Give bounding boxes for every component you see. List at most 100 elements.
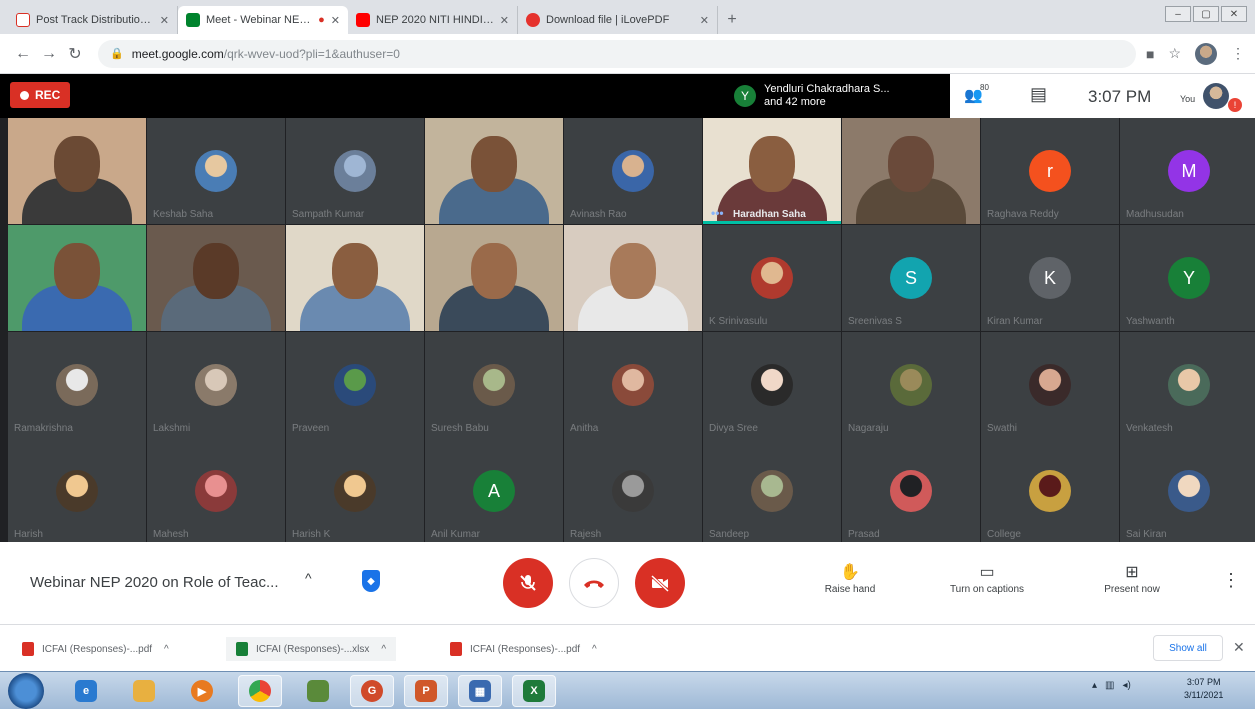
download-item[interactable]: ICFAI (Responses)-...pdf ^ <box>450 637 597 661</box>
participant-tile[interactable]: A Anil Kumar <box>425 438 563 544</box>
close-tab-icon[interactable]: ✕ <box>700 14 709 27</box>
participant-tile[interactable]: Nagaraju <box>842 332 980 438</box>
minimize-icon[interactable]: – <box>1165 6 1191 22</box>
participant-tile[interactable]: Suresh Babu <box>425 332 563 438</box>
close-tab-icon[interactable]: ✕ <box>500 14 509 27</box>
participant-tile[interactable]: Rajesh <box>564 438 702 544</box>
reload-icon[interactable]: ↻ <box>62 44 88 64</box>
url-input[interactable]: 🔒 meet.google.com /qrk-wvev-uod?pli=1&au… <box>98 39 1136 68</box>
close-tab-icon[interactable]: ✕ <box>331 14 340 27</box>
participant-tile[interactable] <box>425 118 563 224</box>
participant-tile[interactable]: Avinash Rao <box>564 118 702 224</box>
more-options-icon[interactable]: ⋮ <box>1222 570 1240 591</box>
participant-tile[interactable]: Venkatesh <box>1120 332 1255 438</box>
media-taskbar-button[interactable]: ▶ <box>180 675 224 707</box>
participant-tile[interactable]: Ramakrishna <box>8 332 146 438</box>
participant-tile[interactable] <box>147 225 285 331</box>
participant-tile[interactable]: College <box>981 438 1119 544</box>
excel-taskbar-button[interactable]: X <box>512 675 556 707</box>
recording-dot-icon: ● <box>318 14 325 26</box>
shield-icon[interactable]: ◆ <box>362 570 380 592</box>
raise-hand-button[interactable]: ✋ Raise hand <box>795 562 905 595</box>
browser-tab-active[interactable]: Meet - Webinar NEP 2020 o ● ✕ <box>178 6 348 34</box>
participant-tile[interactable]: Praveen <box>286 332 424 438</box>
participant-tile[interactable]: Keshab Saha <box>147 118 285 224</box>
meeting-title[interactable]: Webinar NEP 2020 on Role of Teac... <box>30 574 279 591</box>
show-all-button[interactable]: Show all <box>1153 635 1223 661</box>
camera-indicator-icon[interactable]: ■ <box>1146 46 1154 62</box>
active-speaker-chip[interactable]: Y Yendluri Chakradhara S... and 42 more <box>728 74 943 118</box>
app-taskbar-button[interactable]: ▦ <box>458 675 502 707</box>
participant-tile[interactable]: Y Yashwanth <box>1120 225 1255 331</box>
start-button[interactable] <box>8 673 44 709</box>
participant-tile[interactable]: Harish K <box>286 438 424 544</box>
participant-tile[interactable] <box>8 225 146 331</box>
mic-off-button[interactable] <box>503 558 553 608</box>
participant-tile[interactable]: Sai Kiran <box>1120 438 1255 544</box>
maximize-icon[interactable]: ▢ <box>1193 6 1219 22</box>
chevron-up-icon[interactable]: ^ <box>164 644 169 655</box>
meeting-clock: 3:07 PM <box>1088 87 1152 106</box>
download-item[interactable]: ICFAI (Responses)-...xlsx ^ <box>226 637 397 661</box>
ie-taskbar-button[interactable]: e <box>64 675 108 707</box>
participant-tile[interactable]: Mahesh <box>147 438 285 544</box>
participant-tile[interactable]: Anitha <box>564 332 702 438</box>
close-window-icon[interactable]: ✕ <box>1221 6 1247 22</box>
taskbar-clock[interactable]: 3:07 PM 3/11/2021 <box>1184 676 1223 702</box>
app-taskbar-button[interactable] <box>296 675 340 707</box>
tray-arrow-icon[interactable]: ▴ <box>1092 680 1097 691</box>
participant-tile[interactable]: M Madhusudan <box>1120 118 1255 224</box>
participant-tile[interactable] <box>425 225 563 331</box>
leave-call-button[interactable] <box>569 558 619 608</box>
participant-tile[interactable]: Divya Sree <box>703 332 841 438</box>
participant-tile[interactable]: K Srinivasulu <box>703 225 841 331</box>
participant-tile[interactable]: Prasad <box>842 438 980 544</box>
url-path: /qrk-wvev-uod?pli=1&authuser=0 <box>223 46 400 61</box>
app-taskbar-button[interactable]: G <box>350 675 394 707</box>
chevron-up-icon[interactable]: ^ <box>592 644 597 655</box>
participant-tile[interactable] <box>8 118 146 224</box>
profile-avatar[interactable] <box>1195 42 1217 65</box>
captions-button[interactable]: ▭ Turn on captions <box>932 562 1042 595</box>
app-icon: ▦ <box>469 680 491 702</box>
volume-icon[interactable]: ◂) <box>1122 680 1130 691</box>
participant-tile[interactable]: Sampath Kumar <box>286 118 424 224</box>
explorer-taskbar-button[interactable] <box>122 675 166 707</box>
camera-off-button[interactable] <box>635 558 685 608</box>
participant-tile[interactable]: K Kiran Kumar <box>981 225 1119 331</box>
browser-tab[interactable]: NEP 2020 NITI HINDI - YouTube ✕ <box>348 6 518 34</box>
speaking-indicator-icon: ••• <box>711 206 724 220</box>
participant-name: Rajesh <box>570 529 602 540</box>
browser-tab[interactable]: Download file | iLovePDF ✕ <box>518 6 718 34</box>
participant-tile[interactable] <box>564 225 702 331</box>
chevron-up-icon[interactable]: ^ <box>381 644 386 655</box>
close-downloads-icon[interactable]: ✕ <box>1233 639 1245 656</box>
participant-tile[interactable]: Swathi <box>981 332 1119 438</box>
camera-off-icon <box>650 574 670 593</box>
network-icon[interactable]: ▥ <box>1105 680 1114 691</box>
browser-tab[interactable]: Post Track Distribution - bpmal ✕ <box>8 6 178 34</box>
forward-icon[interactable]: → <box>36 45 62 63</box>
participant-tile[interactable]: Sandeep <box>703 438 841 544</box>
participant-tile[interactable]: Harish <box>8 438 146 544</box>
bookmark-star-icon[interactable]: ☆ <box>1168 45 1181 62</box>
new-tab-button[interactable]: + <box>718 6 746 34</box>
powerpoint-taskbar-button[interactable]: P <box>404 675 448 707</box>
participant-tile[interactable] <box>286 225 424 331</box>
close-tab-icon[interactable]: ✕ <box>160 14 169 27</box>
download-item[interactable]: ICFAI (Responses)-...pdf ^ <box>22 637 169 661</box>
menu-kebab-icon[interactable]: ⋮ <box>1231 45 1245 62</box>
chrome-taskbar-button[interactable] <box>238 675 282 707</box>
participant-photo-avatar <box>1029 364 1071 406</box>
participant-tile[interactable]: Haradhan Saha ••• <box>703 118 841 224</box>
participant-tile[interactable]: S Sreenivas S <box>842 225 980 331</box>
self-avatar[interactable] <box>1203 83 1229 109</box>
participant-tile[interactable]: r Raghava Reddy <box>981 118 1119 224</box>
back-icon[interactable]: ← <box>10 45 36 63</box>
participant-tile[interactable] <box>842 118 980 224</box>
participant-photo-avatar <box>195 364 237 406</box>
chat-icon[interactable]: ▤ <box>1030 84 1047 105</box>
present-now-button[interactable]: ⊞ Present now <box>1077 562 1187 595</box>
participant-tile[interactable]: Lakshmi <box>147 332 285 438</box>
chevron-up-icon[interactable]: ^ <box>305 570 312 586</box>
